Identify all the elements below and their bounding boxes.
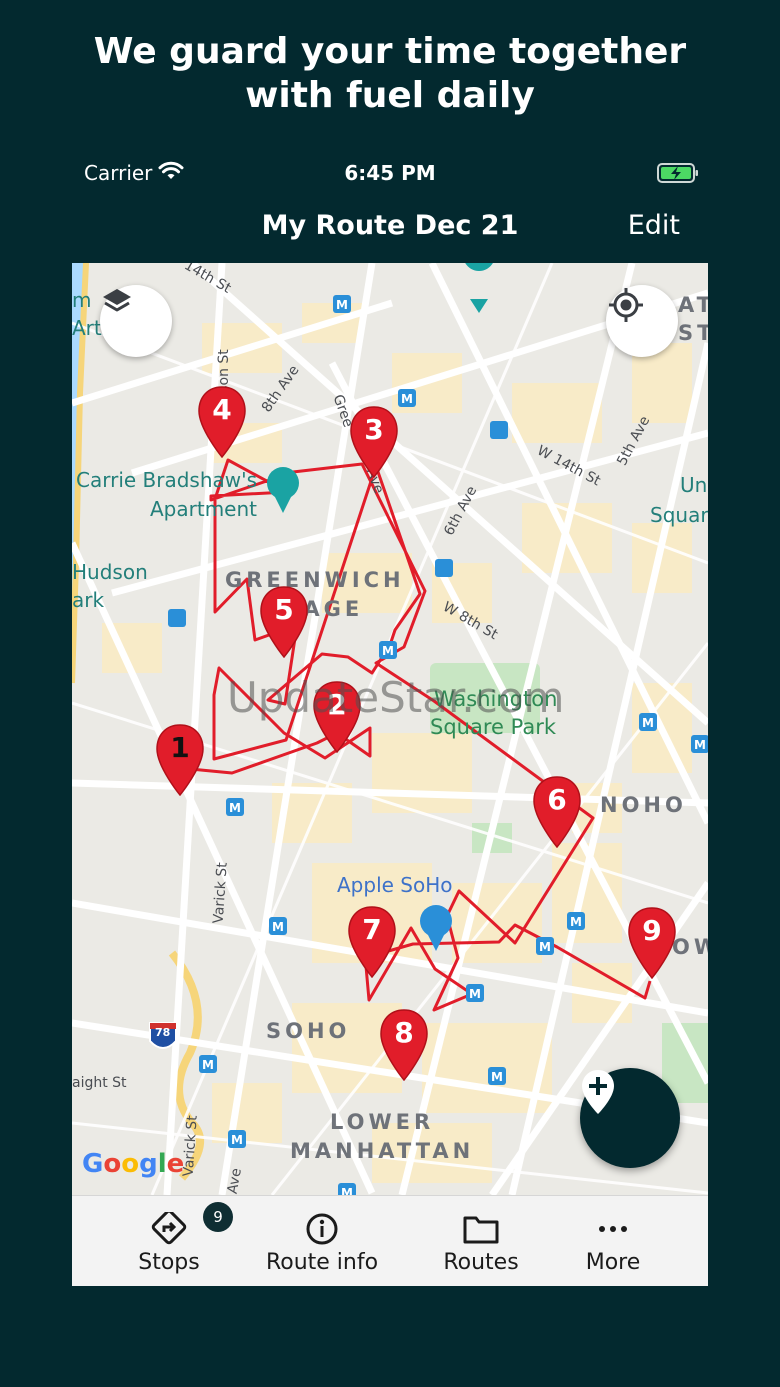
svg-text:M: M [382, 644, 394, 658]
my-location-icon [609, 288, 643, 322]
map-label-i78: 78 [155, 1026, 171, 1039]
tab-route-info[interactable]: Route info [247, 1196, 397, 1286]
map-label-lower-2: MANHATTAN [290, 1139, 475, 1163]
stop-marker-9[interactable]: 9 [627, 906, 677, 980]
stop-number: 6 [547, 783, 567, 816]
stop-marker-1[interactable]: 1 [155, 723, 205, 797]
stop-marker-4[interactable]: 4 [197, 385, 247, 459]
tab-more-label: More [585, 1250, 641, 1275]
route-title: My Route Dec 21 [261, 210, 519, 241]
map-label-at-2: ST [678, 321, 708, 345]
map-label-carrie-2: Apartment [150, 497, 258, 521]
map-label-lower-1: LOWER [330, 1110, 435, 1134]
tab-stops-label: Stops [138, 1250, 200, 1275]
svg-text:M: M [229, 801, 241, 815]
tab-bar: 9 Stops Route info Routes More [72, 1195, 708, 1286]
route-directions-icon [151, 1212, 187, 1245]
promo-headline: We guard your time together with fuel da… [0, 30, 780, 118]
stop-number: 5 [274, 593, 294, 626]
watermark: UpdateStar.com [227, 673, 565, 722]
battery-charging-icon [657, 163, 699, 188]
status-bar: Carrier 6:45 PM [0, 155, 780, 189]
map-label-hudson-2: ark [72, 588, 105, 612]
stop-number: 4 [212, 393, 232, 426]
map-layers-button[interactable] [100, 285, 172, 357]
map-label-union-2: Squar [650, 503, 708, 527]
map-label-union-1: Un [680, 473, 708, 497]
map-label-ow: OW [672, 935, 708, 959]
promo-line-2: with fuel daily [245, 75, 535, 116]
navigation-bar: My Route Dec 21 Edit [72, 200, 708, 260]
stop-marker-6[interactable]: 6 [532, 775, 582, 849]
stop-marker-8[interactable]: 8 [379, 1008, 429, 1082]
tab-stops[interactable]: 9 Stops [94, 1196, 244, 1286]
svg-text:M: M [401, 392, 413, 406]
map-label-apple-soho: Apple SoHo [337, 873, 453, 897]
more-dots-icon [599, 1226, 627, 1232]
map-label-at-1: AT [678, 293, 708, 317]
tab-more[interactable]: More [538, 1196, 688, 1286]
map-label-soho: SOHO [266, 1019, 351, 1043]
tab-route-info-label: Route info [265, 1250, 379, 1275]
add-location-icon [582, 1070, 614, 1114]
google-logo: Google [82, 1149, 185, 1179]
map-label-hudson-1: Hudson [72, 560, 148, 584]
my-location-button[interactable] [606, 285, 678, 357]
stop-number: 3 [364, 413, 384, 446]
svg-text:M: M [336, 298, 348, 312]
stop-number: 1 [170, 731, 190, 764]
stop-marker-5[interactable]: 5 [259, 585, 309, 659]
info-icon [306, 1213, 338, 1245]
map-label-art-1: m [72, 288, 92, 312]
add-stop-button[interactable] [580, 1068, 680, 1168]
svg-text:M: M [341, 1186, 353, 1195]
stop-marker-7[interactable]: 7 [347, 905, 397, 979]
svg-text:M: M [539, 940, 551, 954]
stop-number: 8 [394, 1016, 414, 1049]
map-label-carrie-1: Carrie Bradshaw's [76, 468, 258, 492]
stops-count-badge: 9 [203, 1202, 233, 1232]
map-label-art-2: Art [72, 316, 102, 340]
map-label-noho: NOHO [600, 793, 687, 817]
map-label-height-st: aight St [72, 1075, 127, 1091]
svg-text:M: M [272, 920, 284, 934]
promo-line-1: We guard your time together [93, 31, 687, 72]
edit-button[interactable]: Edit [628, 210, 680, 241]
svg-text:M: M [469, 987, 481, 1001]
tab-routes-label: Routes [443, 1250, 519, 1275]
svg-text:M: M [642, 716, 654, 730]
svg-text:M: M [231, 1133, 243, 1147]
tab-routes[interactable]: Routes [406, 1196, 556, 1286]
stop-number: 7 [362, 913, 382, 946]
stop-number: 9 [642, 914, 662, 947]
folder-icon [463, 1216, 499, 1244]
map-label-greenwich-1: GREENWICH [225, 568, 405, 592]
svg-text:M: M [202, 1058, 214, 1072]
svg-text:M: M [491, 1070, 503, 1084]
svg-text:M: M [570, 915, 582, 929]
stop-marker-3[interactable]: 3 [349, 405, 399, 479]
route-map[interactable]: M M M M M M M M M M M M M M Carrie Bradshaw's Apa… [72, 263, 708, 1195]
svg-text:M: M [694, 738, 706, 752]
layers-icon [103, 289, 131, 312]
